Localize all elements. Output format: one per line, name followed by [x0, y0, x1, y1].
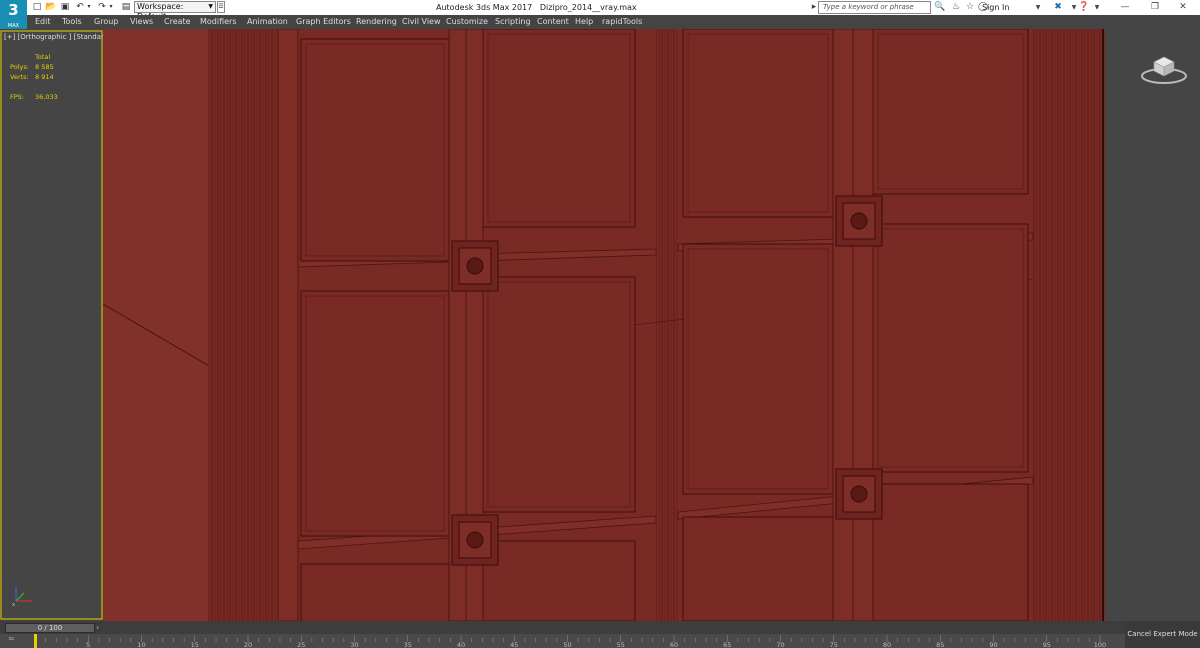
timeline-tick-label: 35 — [403, 641, 412, 648]
timeline-tick-label: 45 — [510, 641, 519, 648]
time-slider[interactable]: 0 / 100 — [5, 623, 95, 633]
menu-civil-view[interactable]: Civil View — [402, 15, 441, 29]
search-options-icon[interactable]: ▸ — [810, 1, 818, 14]
timeline-tick-label: 70 — [776, 641, 785, 648]
timeline-tick-label: 80 — [882, 641, 892, 648]
timeline-tick-label: 60 — [669, 641, 679, 648]
viewport-right-area[interactable] — [1105, 29, 1200, 621]
axis-tripod-icon: x — [12, 587, 32, 607]
timeline-tick-label: 55 — [616, 641, 625, 648]
timeline-tick-label: 75 — [829, 641, 838, 648]
title-bar: □ 📂 ▣ ↶ ▾ ↷ ▾ ▤ Workspace: Default ▼ ☰ A… — [0, 0, 1200, 21]
project-folder-icon[interactable]: ▤ — [120, 1, 132, 13]
viewport-border — [0, 30, 103, 620]
timeline-tick-label: 85 — [936, 641, 945, 648]
perspective-viewport[interactable] — [103, 29, 1105, 621]
search-input[interactable]: Type a keyword or phrase — [818, 1, 931, 14]
workspace-menu-icon[interactable]: ☰ — [217, 1, 225, 13]
timeline-tick-label: 40 — [456, 641, 466, 648]
help-icon[interactable]: ❓ — [1078, 1, 1090, 14]
menu-edit[interactable]: Edit — [35, 15, 51, 29]
menu-scripting[interactable]: Scripting — [495, 15, 531, 29]
file-name: Dizipro_2014__vray.max — [539, 3, 637, 12]
key-filter-icon[interactable]: ≈ — [8, 634, 15, 643]
timeline-tick-label: 90 — [989, 641, 998, 648]
stats-fps-value: 36,033 — [35, 93, 58, 101]
timeline-tick-label: 30 — [350, 641, 359, 648]
app-title: Autodesk 3ds Max 2017 — [436, 3, 533, 12]
workspace-select[interactable]: Workspace: Default ▼ — [134, 1, 216, 21]
app-logo[interactable]: 3 MAX — [0, 0, 27, 30]
menu-views[interactable]: Views — [130, 15, 153, 29]
search-placeholder: Type a keyword or phrase — [823, 3, 914, 11]
timeline-tick-label: 15 — [190, 641, 199, 648]
stats-total-label: Total — [35, 53, 51, 61]
minimize-icon[interactable]: — — [1118, 1, 1132, 14]
stats-verts-value: 8 914 — [35, 73, 54, 81]
window-title: Autodesk 3ds Max 2017 Dizipro_2014__vray… — [436, 0, 637, 15]
menu-bar: Edit Tools Group Views Create Modifiers … — [0, 15, 1200, 29]
stats-verts-label: Verts: — [10, 73, 29, 81]
svg-text:x: x — [12, 602, 15, 607]
open-file-icon[interactable]: 📂 — [45, 1, 56, 13]
chevron-down-icon: ▼ — [208, 3, 213, 10]
stats-polys-label: Polys: — [10, 63, 29, 71]
menu-rapidtools[interactable]: rapidTools — [602, 15, 642, 29]
menu-graph-editors[interactable]: Graph Editors — [296, 15, 351, 29]
menu-tools[interactable]: Tools — [62, 15, 82, 29]
sign-in-dropdown-icon[interactable]: ▼ — [1034, 1, 1042, 14]
communication-center-icon[interactable]: ♨ — [950, 1, 962, 14]
current-frame-marker[interactable] — [34, 634, 37, 648]
timeline-tick-label: 10 — [137, 641, 146, 648]
menu-help[interactable]: Help — [575, 15, 593, 29]
viewport-left-area[interactable] — [0, 29, 103, 621]
exchange-apps-icon[interactable]: ✖ — [1052, 1, 1064, 14]
stats-fps-label: FPS: — [10, 93, 24, 101]
logo-text: 3 — [8, 1, 19, 19]
viewcube-icon[interactable] — [1140, 52, 1188, 86]
menu-content[interactable]: Content — [537, 15, 569, 29]
sign-in-link[interactable]: Sign In — [982, 0, 1009, 15]
next-frame-icon[interactable]: › — [96, 623, 99, 632]
redo-icon[interactable]: ↷ — [97, 1, 107, 13]
apps-dropdown-icon[interactable]: ▼ — [1070, 1, 1078, 14]
new-file-icon[interactable]: □ — [32, 1, 42, 13]
menu-group[interactable]: Group — [94, 15, 118, 29]
menu-rendering[interactable]: Rendering — [356, 15, 397, 29]
restore-icon[interactable]: ❐ — [1148, 1, 1162, 14]
menu-create[interactable]: Create — [164, 15, 191, 29]
menu-customize[interactable]: Customize — [446, 15, 488, 29]
timeline-tick-label: 20 — [243, 641, 253, 648]
menu-modifiers[interactable]: Modifiers — [200, 15, 237, 29]
timeline-tick-label: 100 — [1093, 641, 1107, 648]
redo-dropdown-icon[interactable]: ▾ — [108, 1, 114, 13]
scene-render — [103, 29, 1104, 621]
menu-animation[interactable]: Animation — [247, 15, 288, 29]
help-dropdown-icon[interactable]: ▼ — [1093, 1, 1101, 14]
favorites-star-icon[interactable]: ☆ — [964, 1, 976, 14]
stats-polys-value: 8 585 — [35, 63, 54, 71]
timeline-tick-label: 50 — [563, 641, 572, 648]
time-bar: 0 / 100 › ≈ — [0, 621, 1200, 648]
timeline-tick-label: 95 — [1042, 641, 1051, 648]
save-icon[interactable]: ▣ — [60, 1, 70, 13]
timeline-tick-label: 65 — [723, 641, 732, 648]
undo-icon[interactable]: ↶ — [75, 1, 85, 13]
search-icon[interactable]: 🔍 — [934, 1, 946, 14]
close-icon[interactable]: ✕ — [1176, 1, 1190, 14]
timeline-tick-label: 5 — [86, 641, 91, 648]
cancel-expert-mode-button[interactable]: Cancel Expert Mode — [1125, 621, 1200, 648]
timeline-tick-label: 25 — [297, 641, 306, 648]
undo-dropdown-icon[interactable]: ▾ — [86, 1, 92, 13]
